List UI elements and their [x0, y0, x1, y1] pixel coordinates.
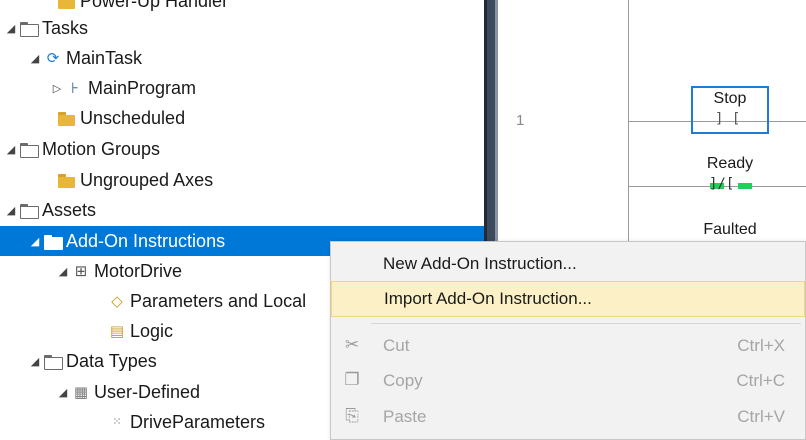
folder-icon [58, 110, 76, 126]
menu-item-shortcut: Ctrl+V [737, 407, 785, 426]
user-defined-folder-icon: ▦ [73, 383, 89, 401]
tree-item-mainprogram[interactable]: ▷ ⊦ MainProgram [0, 73, 484, 103]
tree-item-label: Tasks [42, 18, 89, 38]
tree-item-tasks[interactable]: ◢ Tasks [0, 13, 484, 43]
collapse-arrow-icon[interactable]: ◢ [28, 52, 42, 65]
folder-icon [58, 172, 76, 188]
menu-item-import-add-on-instruction[interactable]: Import Add-On Instruction... [331, 281, 805, 317]
folder-icon [58, 0, 76, 9]
collapse-arrow-icon[interactable]: ◢ [4, 143, 18, 156]
folder-open-icon [44, 353, 63, 370]
logic-routine-icon: ▤ [109, 322, 125, 340]
rung-number[interactable]: 1 [516, 112, 524, 129]
folder-open-icon [44, 233, 63, 250]
collapse-arrow-icon[interactable]: ◢ [4, 22, 18, 35]
continuous-task-icon: ⟳ [46, 49, 60, 67]
folder-open-icon [20, 20, 39, 37]
tree-item-label: Motion Groups [42, 139, 161, 159]
copy-icon: ❐ [344, 370, 360, 390]
paste-icon: ⎘ [345, 406, 359, 426]
instruction-tag-ready[interactable]: Ready [691, 155, 769, 173]
tree-item-label: DriveParameters [130, 412, 266, 432]
xic-contact-icon[interactable]: ] [ [715, 111, 740, 127]
menu-item-label: Cut [383, 336, 410, 355]
add-on-instruction-icon: ⊞ [74, 262, 88, 280]
menu-item-shortcut: Ctrl+C [736, 371, 785, 390]
menu-item-label: Import Add-On Instruction... [384, 289, 592, 308]
data-type-icon: ⁙ [112, 415, 122, 428]
energized-indicator [738, 183, 752, 189]
tree-item-unscheduled[interactable]: Unscheduled [0, 103, 484, 133]
collapse-arrow-icon[interactable]: ◢ [4, 204, 18, 217]
instruction-tag-stop[interactable]: Stop [691, 90, 769, 108]
folder-open-icon [20, 202, 39, 219]
tree-item-label: Data Types [66, 351, 157, 371]
collapse-arrow-icon[interactable]: ◢ [28, 235, 42, 248]
menu-item-copy[interactable]: ❐ Copy Ctrl+C [331, 363, 805, 399]
tag-icon: ◇ [111, 292, 123, 310]
tree-item-label: User-Defined [94, 382, 201, 402]
scissors-icon: ✂ [344, 335, 360, 355]
collapse-arrow-icon[interactable]: ◢ [56, 265, 70, 278]
program-icon: ⊦ [71, 79, 79, 97]
collapse-arrow-icon[interactable]: ◢ [28, 355, 42, 368]
instruction-tag-faulted[interactable]: Faulted [691, 221, 769, 239]
expand-arrow-icon[interactable]: ▷ [50, 82, 64, 95]
folder-open-icon [20, 141, 39, 158]
menu-item-cut[interactable]: ✂ Cut Ctrl+X [331, 328, 805, 364]
tree-item-label: Add-On Instructions [66, 231, 226, 251]
tree-item-label: Ungrouped Axes [80, 170, 214, 190]
tree-item-label: Logic [130, 321, 174, 341]
menu-item-new-add-on-instruction[interactable]: New Add-On Instruction... [331, 246, 805, 282]
tree-item-label: Assets [42, 200, 97, 220]
menu-item-label: Paste [383, 407, 427, 426]
tree-item-label: MainProgram [88, 78, 197, 98]
tree-item-label: Parameters and Local [130, 291, 307, 311]
tree-item-maintask[interactable]: ◢ ⟳ MainTask [0, 43, 484, 73]
context-menu: New Add-On Instruction... Import Add-On … [330, 241, 806, 440]
tree-item-ungrouped-axes[interactable]: Ungrouped Axes [0, 165, 484, 195]
xio-contact-icon[interactable]: ]/[ [709, 176, 734, 192]
tree-item-assets[interactable]: ◢ Assets [0, 195, 484, 225]
tree-item-label: MainTask [66, 48, 143, 68]
menu-item-paste[interactable]: ⎘ Paste Ctrl+V [331, 399, 805, 435]
collapse-arrow-icon[interactable]: ◢ [56, 386, 70, 399]
menu-separator [371, 323, 801, 324]
menu-item-shortcut: Ctrl+X [737, 336, 785, 355]
menu-item-label: Copy [383, 371, 423, 390]
tree-item-motion-groups[interactable]: ◢ Motion Groups [0, 134, 484, 164]
menu-item-label: New Add-On Instruction... [383, 254, 577, 273]
tree-item-label: Unscheduled [80, 108, 186, 128]
tree-item-label: MotorDrive [94, 261, 183, 281]
